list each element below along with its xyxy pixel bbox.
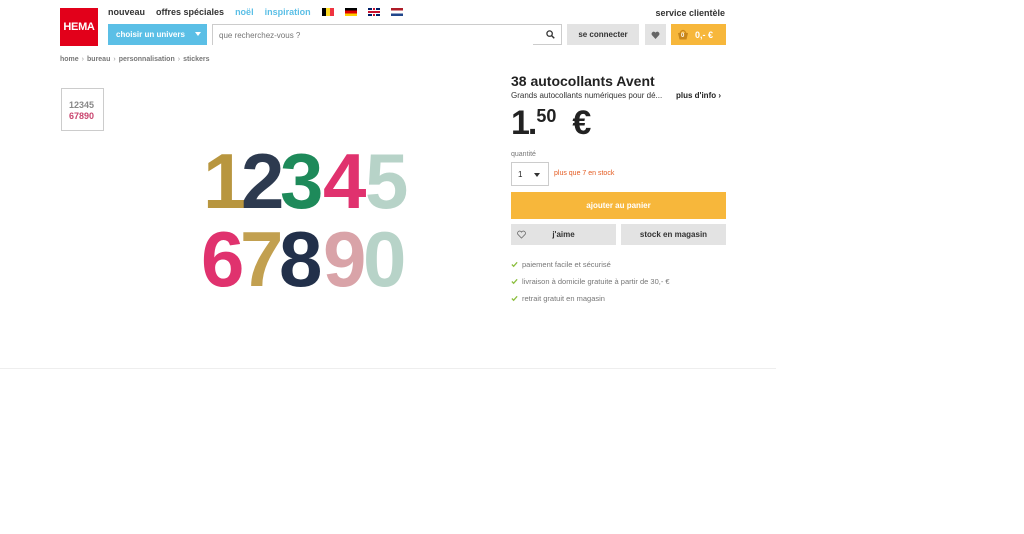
search-box [212,24,562,45]
germany-flag-icon[interactable] [344,8,357,16]
check-icon [511,278,518,285]
univers-label: choisir un univers [116,30,185,39]
sticker-digit-9: 9 [323,215,366,295]
thumb-row1: 12345 [69,100,94,110]
usp-list: paiement facile et sécurisé livraison à … [511,256,670,307]
wishlist-button[interactable] [645,24,666,45]
sticker-digit-6: 6 [201,215,244,295]
chevron-right-icon: › [718,91,722,100]
more-info-label: plus d'info [676,91,717,100]
like-label: j'aime [552,230,575,239]
product-title: 38 autocollants Avent [511,73,655,89]
store-stock-button[interactable]: stock en magasin [621,224,726,245]
thumb-row2: 67890 [69,111,94,121]
breadcrumb-separator: › [81,56,85,63]
heart-outline-icon [517,230,526,239]
nav-noel[interactable]: noël [235,7,254,17]
login-button[interactable]: se connecter [567,24,639,45]
price-integer: 1. [511,104,537,142]
product-main-image[interactable]: 1 2 3 4 5 6 7 8 9 0 [195,130,415,295]
heart-icon [651,31,660,39]
check-icon [511,261,518,268]
breadcrumb-separator: › [177,56,181,63]
breadcrumb-separator: › [113,56,116,63]
uk-flag-icon[interactable] [367,8,380,16]
hema-logo[interactable]: HEMA [60,8,98,46]
product-thumbnail[interactable]: 12345 67890 [61,88,104,131]
sticker-digit-4: 4 [323,137,366,225]
search-input[interactable] [213,26,533,45]
usp-text: retrait gratuit en magasin [522,294,605,303]
sticker-digit-5: 5 [365,137,408,225]
stock-status: plus que 7 en stock [554,170,615,177]
sticker-digit-7: 7 [240,215,283,295]
add-to-cart-button[interactable]: ajouter au panier [511,192,726,219]
cart-count: 0 [681,33,685,39]
netherlands-flag-icon[interactable] [390,8,403,16]
search-icon[interactable] [546,30,555,39]
nav-offres-speciales[interactable]: offres spéciales [156,7,224,17]
price-currency: € [572,104,592,142]
thumbnail-image: 12345 67890 [69,100,94,121]
section-divider [0,368,776,369]
sticker-digit-0: 0 [363,215,406,295]
like-button[interactable]: j'aime [511,224,616,245]
chevron-down-icon [534,173,540,177]
usp-item: retrait gratuit en magasin [511,290,670,307]
sticker-digit-3: 3 [280,137,323,225]
sticker-digit-1: 1 [203,137,246,225]
breadcrumb-bureau[interactable]: bureau [87,56,110,63]
sticker-digit-2: 2 [241,137,284,225]
breadcrumb: home › bureau › personnalisation › stick… [60,56,210,63]
univers-dropdown[interactable]: choisir un univers [108,24,207,45]
usp-item: livraison à domicile gratuite à partir d… [511,273,670,290]
product-description: Grands autocollants numériques pour dé..… [511,91,663,100]
cart-total: 0,- € [695,29,714,40]
service-link[interactable]: service clientèle [655,8,725,18]
top-navigation: nouveau offres spéciales noël inspiratio… [108,7,403,17]
cart-button[interactable]: 0 0,- € [671,24,726,45]
chevron-down-icon [195,32,201,36]
sticker-digit-8: 8 [279,215,322,295]
breadcrumb-stickers[interactable]: stickers [183,56,209,63]
nav-nouveau[interactable]: nouveau [108,7,145,17]
usp-text: livraison à domicile gratuite à partir d… [522,277,670,286]
belgium-flag-icon[interactable] [321,8,334,16]
nav-inspiration[interactable]: inspiration [265,7,311,17]
check-icon [511,295,518,302]
breadcrumb-home[interactable]: home [60,56,79,63]
price-decimal: 50 [536,106,557,126]
breadcrumb-personnalisation[interactable]: personnalisation [119,56,175,63]
quantity-value: 1 [518,169,523,179]
quantity-select[interactable]: 1 [511,162,549,186]
usp-item: paiement facile et sécurisé [511,256,670,273]
product-price: 1. 50 € [511,105,591,141]
usp-text: paiement facile et sécurisé [522,260,611,269]
more-info-link[interactable]: plus d'info › [676,91,721,100]
quantity-label: quantité [511,151,536,158]
